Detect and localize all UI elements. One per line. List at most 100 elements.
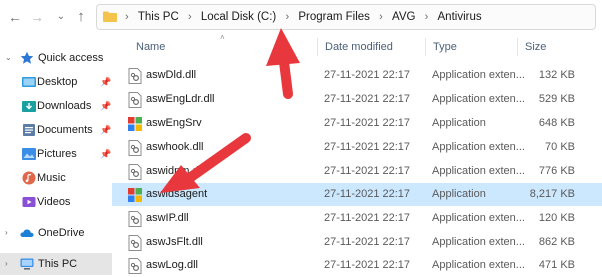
address-bar[interactable]: › This PC › Local Disk (C:) › Program Fi…: [96, 4, 596, 30]
downloads-folder-icon: [22, 101, 36, 112]
file-row[interactable]: aswIP.dll 27-11-2021 22:17 Application e…: [112, 207, 602, 230]
expand-chevron-icon[interactable]: ›: [5, 222, 8, 244]
breadcrumb-local-disk[interactable]: Local Disk (C:): [199, 5, 278, 29]
sidebar-item-videos[interactable]: Videos: [0, 191, 112, 213]
sidebar-item-onedrive[interactable]: › OneDrive: [0, 222, 112, 244]
file-date: 27-11-2021 22:17: [324, 141, 411, 153]
sidebar-item-downloads[interactable]: Downloads 📌: [0, 95, 112, 117]
file-size: 862 KB: [538, 236, 575, 248]
back-arrow-icon[interactable]: ←: [6, 8, 24, 26]
breadcrumb-program-files[interactable]: Program Files: [296, 5, 372, 29]
sidebar-item-label: Quick access: [38, 52, 104, 64]
file-date: 27-11-2021 22:17: [324, 212, 411, 224]
sidebar-item-label: This PC: [38, 258, 78, 270]
file-name: aswIP.dll: [146, 212, 189, 224]
file-type: Application: [432, 117, 486, 129]
dll-file-icon: [128, 211, 142, 227]
breadcrumb: › This PC › Local Disk (C:) › Program Fi…: [121, 5, 484, 29]
breadcrumb-this-pc[interactable]: This PC: [136, 5, 181, 29]
dll-file-icon: [128, 164, 142, 180]
file-row[interactable]: aswDld.dll 27-11-2021 22:17 Application …: [112, 64, 602, 87]
videos-folder-icon: [22, 197, 36, 207]
expand-chevron-icon[interactable]: ›: [5, 253, 8, 275]
file-name: aswidsagent: [146, 188, 208, 200]
sidebar-item-documents[interactable]: Documents 📌: [0, 119, 112, 141]
pin-icon: 📌: [100, 101, 112, 111]
column-header-row: ˄ Name Date modified Type Size: [112, 33, 602, 60]
file-size: 120 KB: [538, 212, 575, 224]
computer-icon: [20, 258, 34, 270]
forward-arrow-icon[interactable]: →: [28, 8, 46, 26]
file-name: aswJsFlt.dll: [146, 236, 203, 248]
file-name: aswhook.dll: [146, 141, 204, 153]
file-date: 27-11-2021 22:17: [324, 69, 411, 81]
file-row[interactable]: aswEngSrv 27-11-2021 22:17 Application 6…: [112, 112, 602, 135]
folder-icon: [103, 11, 117, 22]
sidebar-item-label: Desktop: [37, 76, 78, 88]
sidebar-item-label: Documents: [37, 124, 93, 136]
pin-icon: 📌: [100, 149, 112, 159]
column-header-size[interactable]: Size: [525, 34, 546, 60]
dll-file-icon: [128, 92, 142, 108]
star-icon: [20, 51, 34, 64]
documents-folder-icon: [23, 124, 35, 136]
column-divider[interactable]: [517, 38, 518, 56]
collapse-chevron-icon[interactable]: ⌄: [5, 47, 12, 69]
file-row[interactable]: aswEngLdr.dll 27-11-2021 22:17 Applicati…: [112, 88, 602, 111]
file-row[interactable]: aswJsFlt.dll 27-11-2021 22:17 Applicatio…: [112, 231, 602, 254]
breadcrumb-chevron-icon[interactable]: ›: [375, 5, 387, 29]
dll-file-icon: [128, 235, 142, 251]
file-date: 27-11-2021 22:17: [324, 93, 411, 105]
column-header-date-modified[interactable]: Date modified: [325, 34, 393, 60]
file-date: 27-11-2021 22:17: [324, 165, 411, 177]
file-size: 648 KB: [538, 117, 575, 129]
breadcrumb-chevron-icon[interactable]: ›: [121, 5, 133, 29]
music-folder-icon: [22, 171, 36, 185]
onedrive-cloud-icon: [20, 229, 34, 237]
file-row[interactable]: aswidpm.dll 27-11-2021 22:17 Application…: [112, 160, 602, 183]
pin-icon: 📌: [100, 77, 112, 87]
column-header-type[interactable]: Type: [433, 34, 457, 60]
pictures-folder-icon: [22, 148, 36, 160]
dll-file-icon: [128, 68, 142, 84]
navigation-bar: ← → ⌄ ↑ › This PC › Local Disk (C:) › Pr…: [0, 0, 602, 34]
file-size: 70 KB: [545, 141, 575, 153]
file-name: aswDld.dll: [146, 69, 197, 81]
file-date: 27-11-2021 22:17: [324, 188, 411, 200]
sidebar-item-label: Pictures: [37, 148, 77, 160]
file-row[interactable]: aswhook.dll 27-11-2021 22:17 Application…: [112, 136, 602, 159]
up-arrow-icon[interactable]: ↑: [72, 8, 90, 26]
file-row-selected[interactable]: aswidsagent 27-11-2021 22:17 Application…: [112, 183, 602, 206]
breadcrumb-antivirus[interactable]: Antivirus: [436, 5, 484, 29]
file-date: 27-11-2021 22:17: [324, 236, 411, 248]
sort-ascending-chevron-icon: ˄: [220, 33, 225, 42]
sidebar-item-label: Music: [37, 172, 66, 184]
file-size: 8,217 KB: [529, 188, 575, 200]
file-list: ˄ Name Date modified Type Size aswDld.dl…: [112, 33, 602, 274]
sidebar-item-label: OneDrive: [38, 227, 85, 239]
column-header-name[interactable]: Name: [136, 34, 165, 60]
sidebar-item-pictures[interactable]: Pictures 📌: [0, 143, 112, 165]
file-type: Application: [432, 188, 486, 200]
avg-app-icon: [128, 188, 142, 202]
sidebar-item-desktop[interactable]: Desktop 📌: [0, 71, 112, 93]
file-name: aswEngSrv: [146, 117, 202, 129]
breadcrumb-chevron-icon[interactable]: ›: [184, 5, 196, 29]
column-divider[interactable]: [425, 38, 426, 56]
breadcrumb-chevron-icon[interactable]: ›: [281, 5, 293, 29]
sidebar-item-music[interactable]: Music: [0, 167, 112, 189]
file-size: 776 KB: [538, 165, 575, 177]
file-name: aswidpm.dll: [146, 165, 204, 177]
file-name: aswEngLdr.dll: [146, 93, 215, 105]
sidebar-item-label: Videos: [37, 196, 71, 208]
breadcrumb-avg[interactable]: AVG: [390, 5, 417, 29]
sidebar-item-this-pc[interactable]: › This PC: [0, 253, 112, 275]
dll-file-icon: [128, 140, 142, 156]
sidebar-item-quick-access[interactable]: ⌄ Quick access: [0, 47, 112, 69]
recent-locations-chevron-icon[interactable]: ⌄: [52, 8, 70, 26]
file-size: 132 KB: [538, 69, 575, 81]
breadcrumb-chevron-icon[interactable]: ›: [421, 5, 433, 29]
column-divider[interactable]: [317, 38, 318, 56]
sidebar-item-label: Downloads: [37, 100, 92, 112]
pin-icon: 📌: [100, 125, 112, 135]
